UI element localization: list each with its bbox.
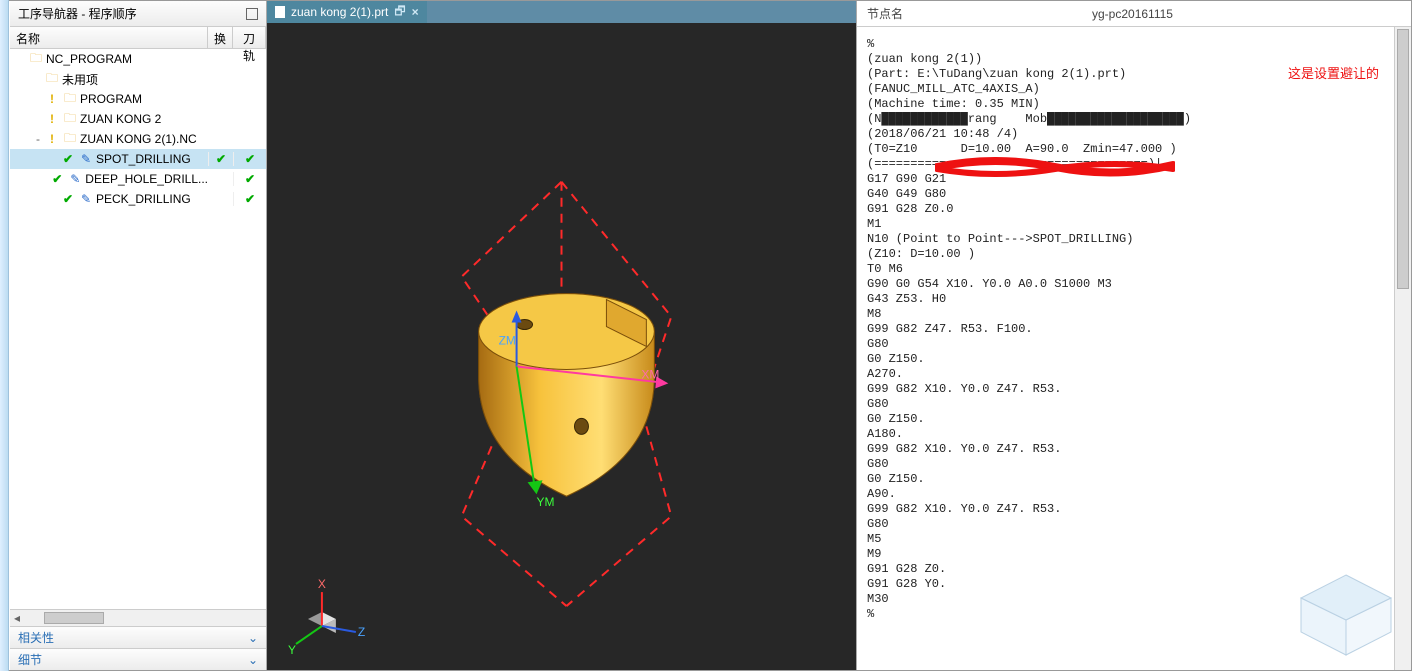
tree-twist-icon[interactable]: - (32, 132, 44, 146)
tree-row[interactable]: ✔✎SPOT_DRILLING✔✔ (10, 149, 266, 169)
save-icon[interactable]: 🗗 (394, 2, 405, 23)
left-gutter (0, 0, 9, 671)
check-icon: ✔ (245, 152, 255, 166)
chevron-down-icon: ⌄ (248, 631, 258, 645)
section-detail[interactable]: 细节 ⌄ (10, 648, 266, 670)
3d-viewport[interactable]: ZM XM YM X Y Z (267, 23, 856, 670)
nc-code-listing[interactable]: % (zuan kong 2(1)) (Part: E:\TuDang\zuan… (867, 37, 1399, 622)
tree-row-label: ZUAN KONG 2 (80, 112, 161, 126)
column-dao[interactable]: 刀轨 (233, 27, 266, 48)
tree-row[interactable]: 🗀NC_PROGRAM (10, 49, 266, 69)
check-icon: ✔ (245, 172, 255, 186)
right-header: 节点名 yg-pc20161115 (857, 1, 1411, 27)
pin-icon[interactable] (246, 8, 258, 20)
tree-row[interactable]: ✔✎DEEP_HOLE_DRILL...✔ (10, 169, 266, 189)
tree-column-headers: 名称 换 刀轨 (10, 27, 266, 49)
tree-row[interactable]: 🗀未用项 (10, 69, 266, 89)
document-tab-bar: zuan kong 2(1).prt 🗗 × (267, 1, 856, 23)
triad-x-label: X (318, 577, 326, 591)
section-detail-label: 细节 (18, 651, 42, 668)
section-related[interactable]: 相关性 ⌄ (10, 626, 266, 648)
axis-zm-label: ZM (499, 334, 516, 348)
node-name-label: 节点名 (857, 5, 1082, 22)
operation-navigator-panel: 工序导航器 - 程序顺序 名称 换 刀轨 🗀NC_PROGRAM🗀未用项!🗀PR… (1, 1, 267, 670)
tree-row-label: NC_PROGRAM (46, 52, 132, 66)
tree-row-label: 未用项 (62, 71, 98, 88)
close-icon[interactable]: × (412, 5, 419, 19)
scroll-thumb[interactable] (44, 612, 104, 624)
panel-title-bar: 工序导航器 - 程序顺序 (10, 1, 266, 27)
annotation-text: 这是设置避让的 (1288, 63, 1379, 82)
viewport-panel: zuan kong 2(1).prt 🗗 × (267, 1, 856, 670)
section-related-label: 相关性 (18, 629, 54, 646)
nc-code-area[interactable]: 这是设置避让的 % (zuan kong 2(1)) (Part: E:\TuD… (857, 27, 1411, 670)
check-icon: ✔ (245, 192, 255, 206)
operation-tree[interactable]: 🗀NC_PROGRAM🗀未用项!🗀PROGRAM!🗀ZUAN KONG 2-!🗀… (10, 49, 266, 609)
watermark-icon (1291, 570, 1401, 660)
tab-label: zuan kong 2(1).prt (291, 5, 388, 19)
tree-row-label: ZUAN KONG 2(1).NC (80, 132, 197, 146)
tree-row[interactable]: -!🗀ZUAN KONG 2(1).NC (10, 129, 266, 149)
nc-output-panel: 节点名 yg-pc20161115 这是设置避让的 % (zuan kong 2… (856, 1, 1411, 670)
red-scribble-icon (935, 157, 1175, 177)
scroll-thumb[interactable] (1397, 29, 1409, 289)
app-root: 工序导航器 - 程序顺序 名称 换 刀轨 🗀NC_PROGRAM🗀未用项!🗀PR… (0, 0, 1412, 671)
horizontal-scrollbar[interactable]: ◂ (10, 609, 266, 626)
tree-row-label: PROGRAM (80, 92, 142, 106)
vertical-scrollbar[interactable] (1394, 27, 1411, 670)
document-tab[interactable]: zuan kong 2(1).prt 🗗 × (267, 1, 427, 23)
node-name-value: yg-pc20161115 (1082, 7, 1411, 21)
chevron-down-icon: ⌄ (248, 653, 258, 667)
viewport-svg: ZM XM YM X Y Z (267, 23, 856, 670)
check-icon: ✔ (216, 152, 226, 166)
tree-row-label: SPOT_DRILLING (96, 152, 191, 166)
triad-z-label: Z (358, 625, 365, 639)
column-name[interactable]: 名称 (10, 27, 208, 48)
document-icon (275, 6, 285, 18)
column-huan[interactable]: 换 (208, 27, 233, 48)
axis-ym-label: YM (537, 495, 555, 509)
tree-row[interactable]: ✔✎PECK_DRILLING✔ (10, 189, 266, 209)
tree-row-label: DEEP_HOLE_DRILL... (85, 172, 208, 186)
tree-row[interactable]: !🗀PROGRAM (10, 89, 266, 109)
part-model (479, 294, 655, 497)
panel-title-text: 工序导航器 - 程序顺序 (18, 5, 137, 22)
tree-row[interactable]: !🗀ZUAN KONG 2 (10, 109, 266, 129)
tree-row-label: PECK_DRILLING (96, 192, 191, 206)
view-triad[interactable]: X Y Z (288, 577, 365, 657)
axis-xm-label: XM (641, 367, 659, 381)
triad-y-label: Y (288, 643, 296, 657)
